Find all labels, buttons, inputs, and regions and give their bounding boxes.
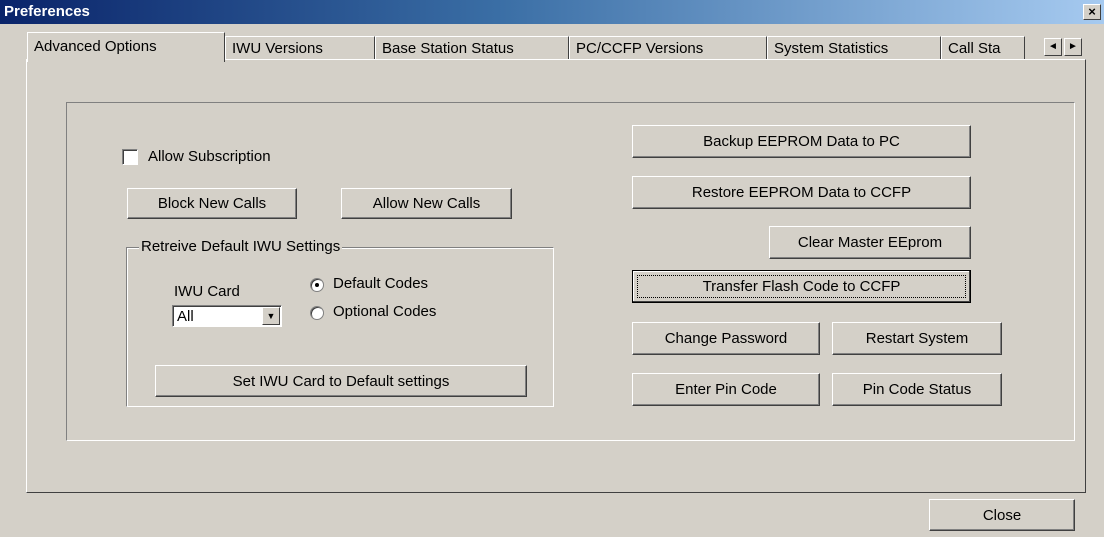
iwu-card-label: IWU Card	[174, 283, 240, 300]
default-codes-radio[interactable]	[310, 278, 324, 292]
window-title: Preferences	[4, 3, 90, 20]
retrieve-defaults-group-title: Retreive Default IWU Settings	[139, 238, 343, 255]
change-password-button[interactable]: Change Password	[632, 322, 820, 355]
chevron-left-icon[interactable]: ◄	[1044, 38, 1062, 56]
restore-eeprom-button[interactable]: Restore EEPROM Data to CCFP	[632, 176, 971, 209]
transfer-flash-code-label: Transfer Flash Code to CCFP	[702, 278, 901, 295]
chevron-down-icon[interactable]: ▼	[262, 307, 280, 325]
title-bar: Preferences ×	[0, 0, 1104, 24]
tab-base-station-status[interactable]: Base Station Status	[375, 36, 569, 60]
optional-codes-label: Optional Codes	[333, 303, 437, 320]
allow-new-calls-button[interactable]: Allow New Calls	[341, 188, 512, 219]
tab-call-status[interactable]: Call Sta	[941, 36, 1025, 60]
enter-pin-code-button[interactable]: Enter Pin Code	[632, 373, 820, 406]
default-codes-label: Default Codes	[333, 275, 429, 292]
tab-system-statistics[interactable]: System Statistics	[767, 36, 941, 60]
close-icon[interactable]: ×	[1083, 4, 1101, 20]
tab-advanced-options[interactable]: Advanced Options	[27, 32, 225, 62]
iwu-card-value: All	[177, 308, 194, 325]
set-iwu-default-button[interactable]: Set IWU Card to Default settings	[155, 365, 527, 397]
chevron-right-icon[interactable]: ►	[1064, 38, 1082, 56]
close-button[interactable]: Close	[929, 499, 1075, 531]
radio-selected-dot	[315, 283, 319, 287]
pin-code-status-button[interactable]: Pin Code Status	[832, 373, 1002, 406]
tab-strip: Advanced Options IWU Versions Base Stati…	[27, 32, 1097, 62]
backup-eeprom-button[interactable]: Backup EEPROM Data to PC	[632, 125, 971, 158]
tab-pc-ccfp-versions[interactable]: PC/CCFP Versions	[569, 36, 767, 60]
allow-subscription-checkbox[interactable]	[122, 149, 138, 165]
optional-codes-radio[interactable]	[310, 306, 324, 320]
block-new-calls-button[interactable]: Block New Calls	[127, 188, 297, 219]
clear-master-eeprom-button[interactable]: Clear Master EEprom	[769, 226, 971, 259]
restart-system-button[interactable]: Restart System	[832, 322, 1002, 355]
iwu-card-select[interactable]: All ▼	[172, 305, 282, 327]
tab-iwu-versions[interactable]: IWU Versions	[225, 36, 375, 60]
allow-subscription-label: Allow Subscription	[148, 148, 271, 165]
transfer-flash-code-button[interactable]: Transfer Flash Code to CCFP	[632, 270, 971, 303]
